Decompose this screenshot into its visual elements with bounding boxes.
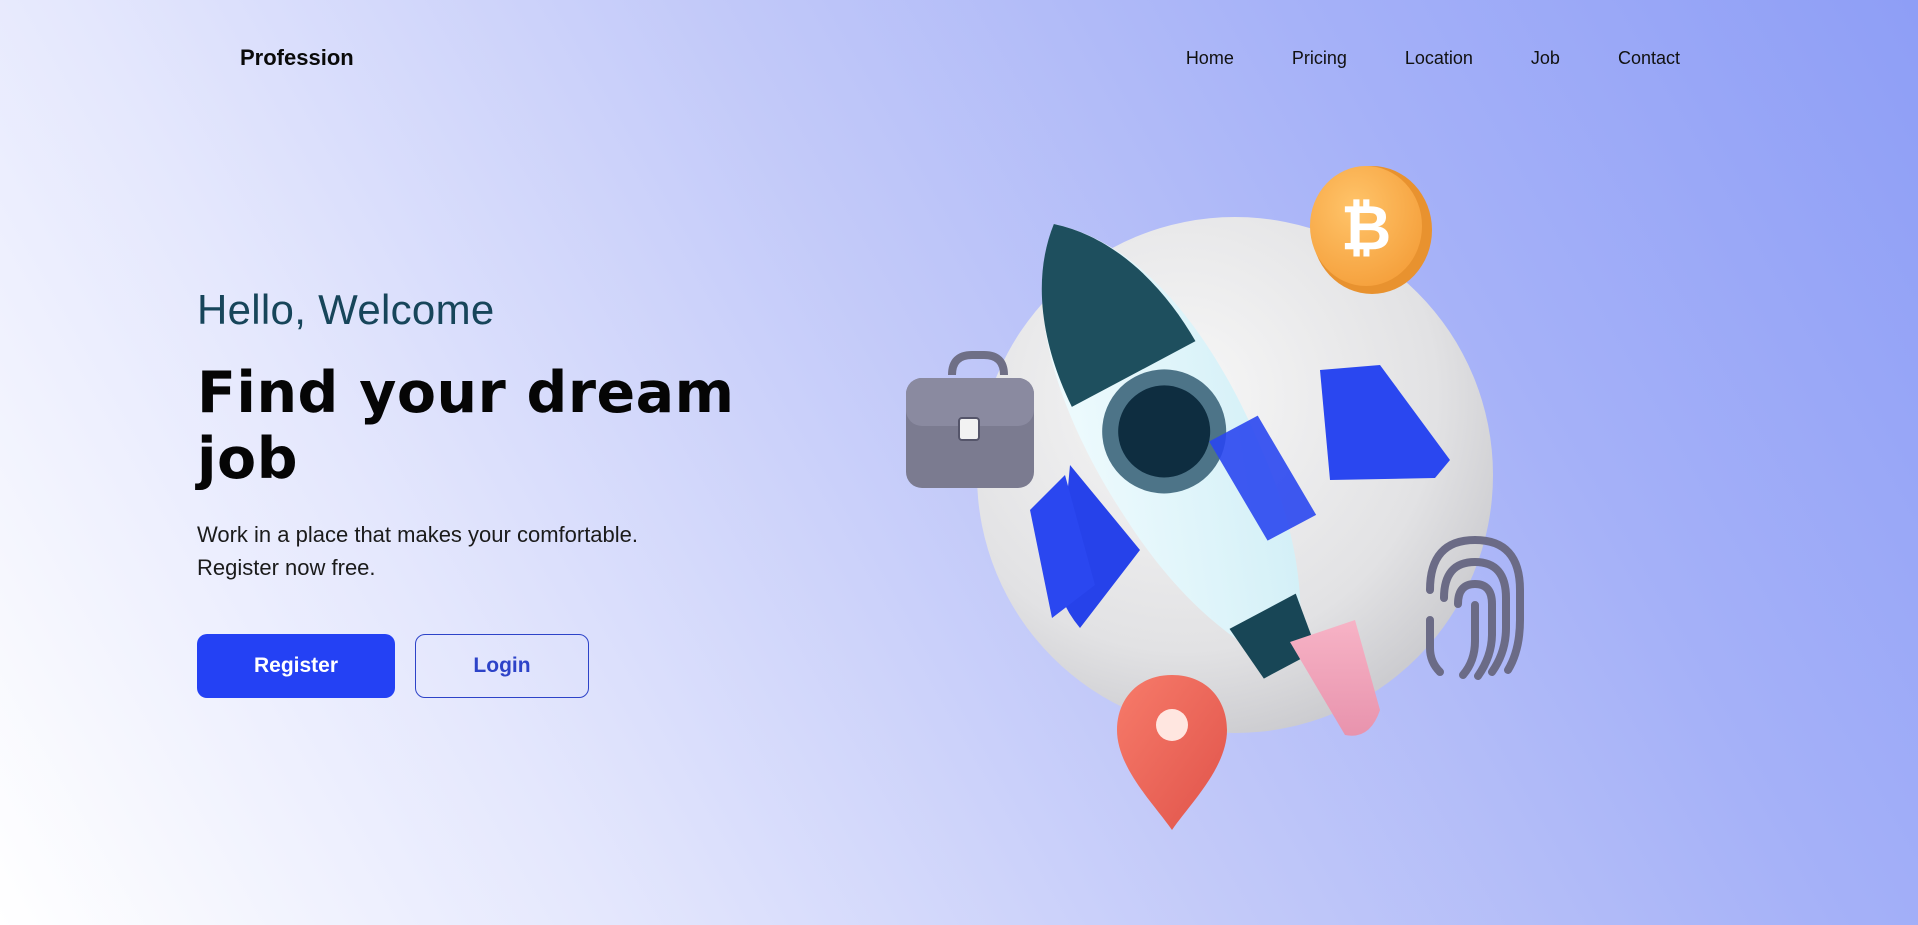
nav-link-pricing[interactable]: Pricing bbox=[1292, 48, 1347, 69]
description-line-2: Register now free. bbox=[197, 555, 376, 580]
nav-link-contact[interactable]: Contact bbox=[1618, 48, 1680, 69]
nav-link-home[interactable]: Home bbox=[1186, 48, 1234, 69]
register-button[interactable]: Register bbox=[197, 634, 395, 698]
hero-buttons: Register Login bbox=[197, 634, 837, 698]
login-button[interactable]: Login bbox=[415, 634, 589, 698]
nav-link-job[interactable]: Job bbox=[1531, 48, 1560, 69]
hero-headline: Find your dream job bbox=[197, 360, 735, 492]
nav-links: Home Pricing Location Job Contact bbox=[1186, 48, 1680, 69]
hero-illustration: ₿ bbox=[890, 150, 1540, 830]
hero-greeting: Hello, Welcome bbox=[197, 286, 495, 333]
logo[interactable]: Profession bbox=[240, 45, 354, 71]
hero-description: Work in a place that makes your comforta… bbox=[197, 518, 837, 584]
description-line-1: Work in a place that makes your comforta… bbox=[197, 522, 639, 547]
nav-link-location[interactable]: Location bbox=[1405, 48, 1473, 69]
hero-section: Hello, Welcome Find your dream job Work … bbox=[197, 286, 837, 698]
rocket-illustration: ₿ bbox=[906, 166, 1524, 830]
location-pin-icon bbox=[1117, 675, 1227, 830]
navbar: Profession Home Pricing Location Job Con… bbox=[0, 0, 1918, 120]
svg-text:₿: ₿ bbox=[1341, 191, 1392, 264]
